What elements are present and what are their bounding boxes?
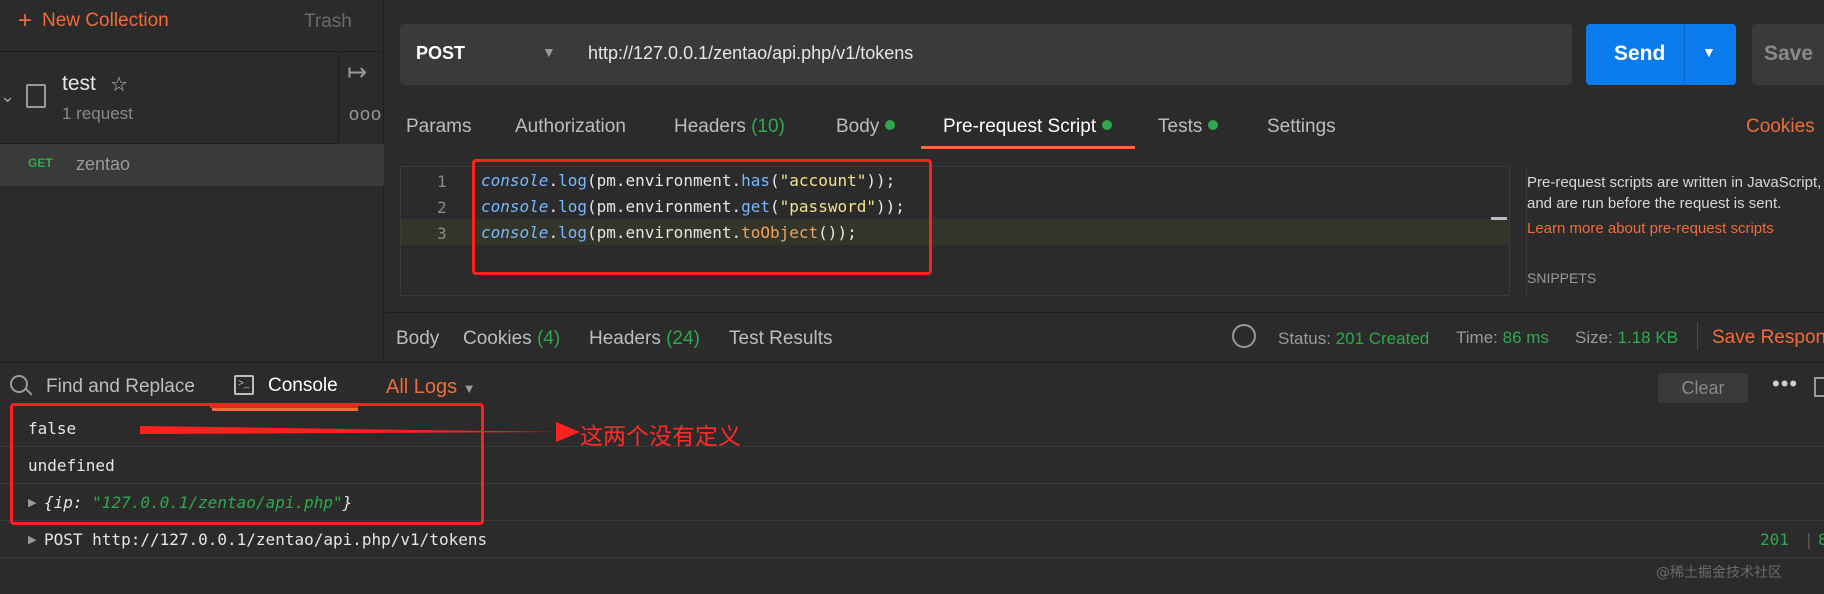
caret-down-icon[interactable]: ▼ [1702,44,1716,60]
expand-triangle-icon[interactable]: ▶ [28,533,36,546]
annotation-arrow [140,422,580,442]
response-headers-label: Headers [589,328,661,349]
arrow-head [556,422,580,442]
new-collection-button[interactable]: + New Collection [18,7,169,34]
log-filter-select[interactable]: All Logs ▼ [386,376,476,399]
collection-actions: ↦ ooo [338,52,384,144]
trash-button[interactable]: Trash [304,11,352,33]
cookies-link[interactable]: Cookies [1746,116,1815,138]
tab-body-label: Body [836,116,880,137]
panel-icon[interactable] [1814,377,1824,397]
line-number: 3 [437,224,447,243]
status-dot [1102,120,1113,130]
tab-tests-label: Tests [1158,116,1203,137]
tab-tests[interactable]: Tests [1158,116,1219,138]
tab-prerequest-label: Pre-request Script [943,116,1097,137]
status-dot [1208,120,1219,130]
new-collection-label: New Collection [42,10,169,31]
tab-headers-count: (10) [751,116,785,137]
save-response-button[interactable]: Save Response [1712,327,1824,349]
response-tab-test-results[interactable]: Test Results [729,328,832,350]
log-status-code: 201 [1760,530,1789,549]
response-tab-headers[interactable]: Headers (24) [589,328,700,350]
arrow-shaft [140,426,560,434]
log-time: 8 [1818,530,1824,549]
help-panel: Pre-request scripts are written in JavaS… [1526,166,1824,296]
request-name: zentao [76,154,131,174]
tab-headers-label: Headers [674,116,746,137]
size-label: Size: [1575,328,1613,347]
editor-scrollbar[interactable] [1491,217,1507,220]
more-options-icon[interactable]: ••• [1772,371,1798,397]
send-divider [1684,24,1685,85]
log-request: POST http://127.0.0.1/zentao/api.php/v1/… [44,530,488,549]
help-link[interactable]: Learn more about pre-request scripts [1527,220,1774,237]
response-headers-count: (24) [666,328,700,349]
collection-name: test [62,72,96,95]
annotation-underline [210,405,358,408]
tab-headers[interactable]: Headers (10) [674,116,785,138]
sidebar-header: + New Collection Trash [0,0,384,52]
log-row[interactable]: ▶ POST http://127.0.0.1/zentao/api.php/v… [0,521,1824,558]
tab-authorization[interactable]: Authorization [515,116,626,138]
time-value: 86 ms [1502,328,1549,347]
console-tab[interactable]: Console [268,375,338,397]
save-button[interactable]: Save [1752,24,1824,85]
size-info: Size: 1.18 KB [1575,328,1678,348]
caret-down-icon: ▼ [462,381,476,396]
watermark: @稀土掘金技术社区 [1656,565,1782,581]
plus-icon: + [18,7,33,34]
response-tab-cookies[interactable]: Cookies (4) [463,328,560,350]
share-icon[interactable]: ↦ [347,58,367,87]
url-input[interactable]: http://127.0.0.1/zentao/api.php/v1/token… [588,43,913,64]
divider [1697,322,1698,350]
response-tab-body[interactable]: Body [396,328,439,350]
request-tabs: Params Authorization Headers (10) Body P… [386,100,1824,152]
status-dot [885,120,896,130]
response-cookies-label: Cookies [463,328,532,349]
time-info: Time: 86 ms [1456,328,1549,348]
more-options-icon[interactable]: ooo [349,104,382,125]
clear-button[interactable]: Clear [1658,373,1748,403]
line-number: 1 [437,172,447,191]
log-separator: | [1804,530,1814,549]
collection-item[interactable]: ⌄ test ☆ 1 request [0,52,338,144]
sidebar: + New Collection Trash ⌄ test ☆ 1 reques… [0,0,384,360]
tab-prerequest-script[interactable]: Pre-request Script [943,116,1113,138]
snippets-heading: SNIPPETS [1527,270,1597,286]
tab-params[interactable]: Params [406,116,471,138]
terminal-icon: >_ [234,375,254,395]
status-value: 201 Created [1335,329,1430,348]
status-label: Status: [1278,329,1331,348]
annotation-note: 这两个没有定义 [580,424,741,450]
method-select[interactable]: POST [416,43,465,64]
log-filter-label: All Logs [386,376,458,398]
tab-settings[interactable]: Settings [1267,116,1336,138]
request-method-badge: GET [28,156,53,170]
caret-down-icon[interactable]: ▼ [542,44,556,60]
request-item[interactable]: GET zentao [0,144,384,186]
send-label: Send [1614,42,1666,65]
time-label: Time: [1456,328,1498,347]
status-info: Status: 201 Created [1278,329,1429,349]
search-icon-handle [25,388,33,396]
help-text: Pre-request scripts are written in JavaS… [1527,174,1822,212]
active-tab-indicator [921,146,1135,149]
collection-subtitle: 1 request [62,104,133,123]
size-value: 1.18 KB [1617,328,1679,347]
url-bar: POST ▼ http://127.0.0.1/zentao/api.php/v… [400,24,1572,85]
save-label: Save [1764,42,1814,65]
send-button[interactable]: Send ▼ [1586,24,1736,85]
annotation-box [472,159,932,275]
find-replace-tab[interactable]: Find and Replace [46,376,195,398]
tab-body[interactable]: Body [836,116,896,138]
chevron-down-icon[interactable]: ⌄ [0,86,15,107]
response-cookies-count: (4) [536,328,561,349]
line-number: 2 [437,198,447,217]
folder-icon [26,84,46,108]
star-icon[interactable]: ☆ [110,72,128,97]
globe-icon[interactable] [1232,324,1256,348]
